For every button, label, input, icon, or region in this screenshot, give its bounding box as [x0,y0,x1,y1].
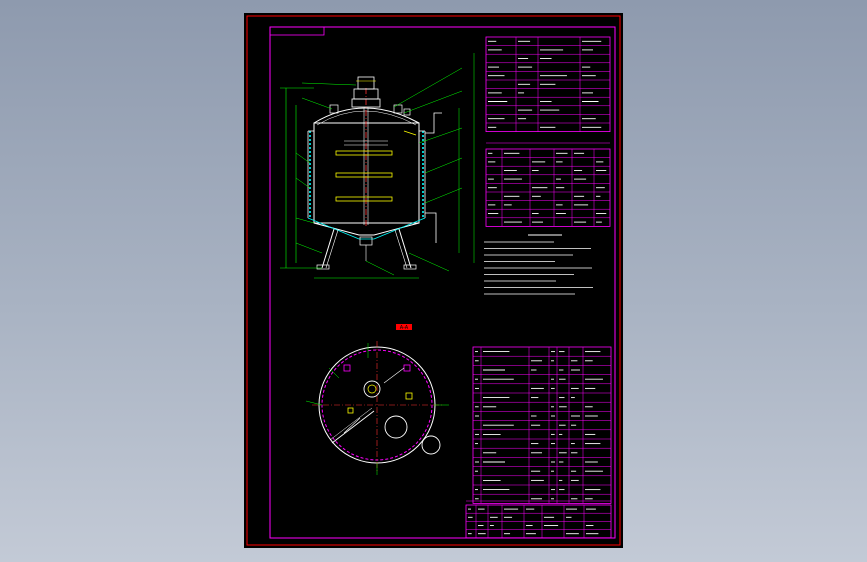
bottom-outlet [359,236,373,246]
side-pipe [425,112,442,134]
spec-table [485,36,611,132]
technical-notes [484,234,593,295]
parts-table-frame [485,148,611,227]
motor [357,76,375,90]
parts-table [485,142,611,227]
plan-view-tag-text: A-A [400,325,409,331]
bottom-head [313,222,420,236]
drawing-sheet: A-A [244,13,623,548]
plan-leaders [305,343,449,475]
title-block [465,500,612,539]
inner-border [269,26,616,539]
plan-view: A-A [305,324,449,475]
plan-manway [384,415,408,439]
plan-agitator-nozzle [363,380,381,398]
cad-drawing: A-A [246,15,621,546]
corner-box [269,26,325,36]
elevation-view [280,53,475,279]
plan-outlet-ring [421,435,441,455]
outer-border [246,15,621,546]
bill-of-materials [472,346,612,504]
